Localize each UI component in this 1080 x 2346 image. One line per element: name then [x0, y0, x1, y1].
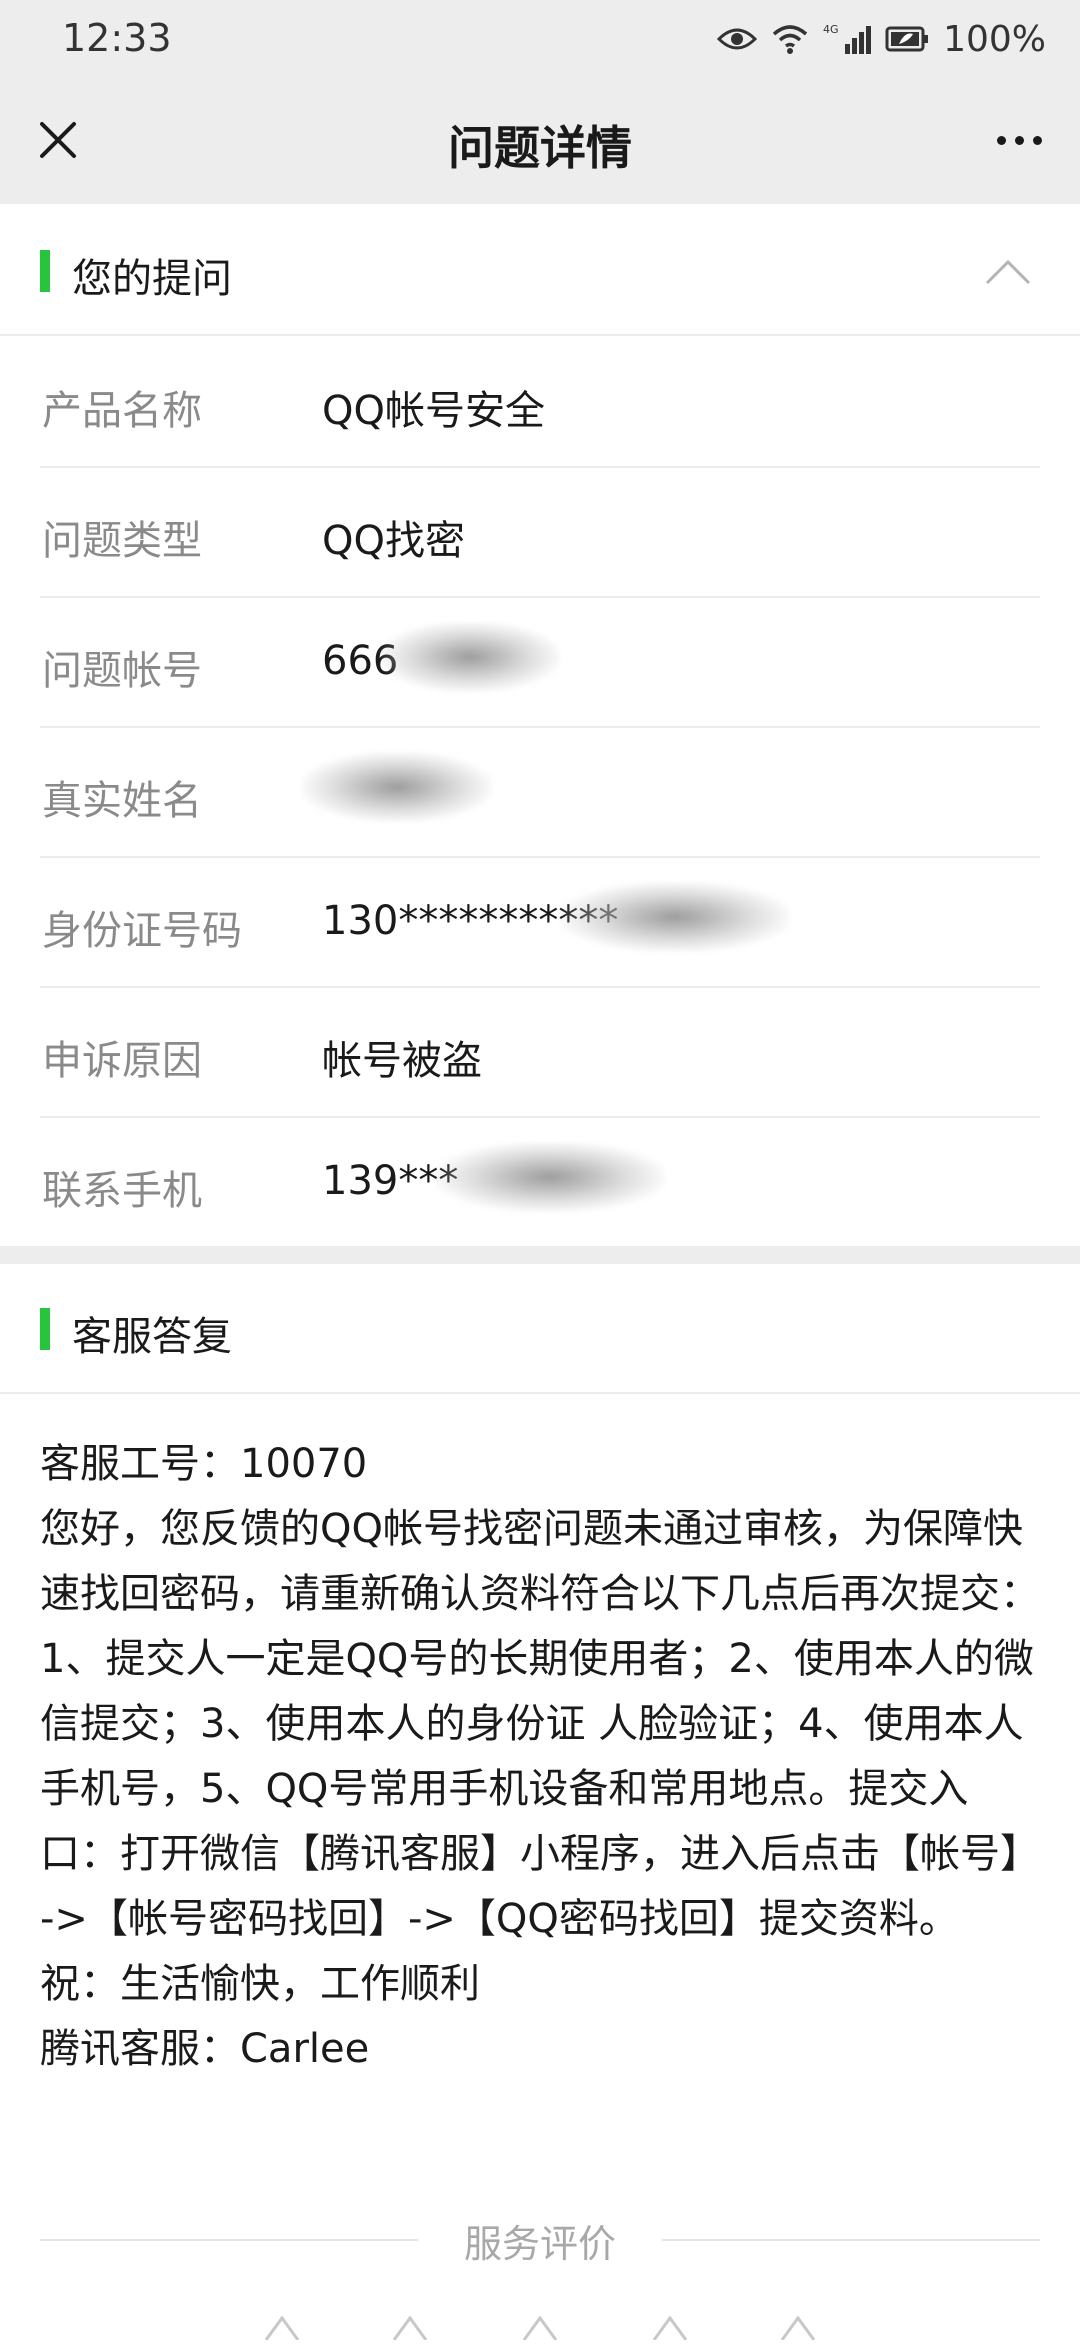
- star-icon[interactable]: [778, 2315, 818, 2341]
- info-label: 问题类型: [42, 518, 202, 564]
- info-row-product: 产品名称 QQ帐号安全: [40, 338, 1040, 468]
- status-bar: 12:33 4G 100%: [0, 0, 1080, 80]
- star-icon[interactable]: [650, 2315, 690, 2341]
- redaction-blur: [560, 882, 790, 952]
- question-section-header[interactable]: 您的提问: [0, 206, 1080, 336]
- info-label: 身份证号码: [42, 908, 242, 954]
- info-row-reason: 申诉原因 帐号被盗: [40, 988, 1040, 1118]
- info-value: 帐号被盗: [322, 1038, 482, 1084]
- divider-line: [662, 2239, 1041, 2241]
- question-info-list: 产品名称 QQ帐号安全 问题类型 QQ找密 问题帐号 666 真实姓名 身份证号…: [0, 338, 1080, 1248]
- info-label: 真实姓名: [42, 778, 202, 824]
- info-value: QQ找密: [322, 518, 465, 564]
- rating-divider: 服务评价: [40, 2210, 1041, 2270]
- section-accent-bar: [40, 250, 50, 292]
- star-icon[interactable]: [520, 2315, 560, 2341]
- info-value: QQ帐号安全: [322, 388, 545, 434]
- section-divider: [0, 1246, 1080, 1264]
- info-row-account: 问题帐号 666: [40, 598, 1040, 728]
- reply-section-title: 客服答复: [72, 1314, 232, 1360]
- star-icon[interactable]: [390, 2315, 430, 2341]
- reply-line: 腾讯客服：Carlee: [40, 2026, 370, 2072]
- info-row-id-number: 身份证号码 130***********: [40, 858, 1040, 988]
- rating-title: 服务评价: [464, 2221, 617, 2266]
- wifi-icon: [771, 23, 809, 55]
- info-row-type: 问题类型 QQ找密: [40, 468, 1040, 598]
- status-time: 12:33: [62, 16, 172, 60]
- section-accent-bar: [40, 1308, 50, 1350]
- page-title: 问题详情: [448, 121, 632, 175]
- info-label: 联系手机: [42, 1168, 202, 1214]
- reply-line: 您好，您反馈的QQ帐号找密问题未通过审核，为保障快速找回密码，请重新确认资料符合…: [40, 1506, 1040, 1942]
- title-bar: 问题详情: [0, 80, 1080, 204]
- info-row-phone: 联系手机 139***: [40, 1118, 1040, 1248]
- chevron-up-icon[interactable]: [976, 240, 1040, 304]
- rating-stars: [0, 2315, 1080, 2346]
- signal-icon: 4G: [823, 22, 872, 56]
- eye-icon: [717, 25, 758, 53]
- info-label: 问题帐号: [42, 648, 202, 694]
- info-row-name: 真实姓名: [40, 728, 1040, 858]
- divider-line: [40, 2239, 418, 2241]
- star-icon[interactable]: [262, 2315, 302, 2341]
- reply-body: 客服工号：10070 您好，您反馈的QQ帐号找密问题未通过审核，为保障快速找回密…: [40, 1432, 1045, 2082]
- reply-line: 祝：生活愉快，工作顺利: [40, 1961, 480, 2007]
- network-type-label: 4G: [823, 23, 839, 36]
- battery-icon: [885, 25, 929, 53]
- redaction-blur: [380, 622, 560, 692]
- question-section-title: 您的提问: [72, 256, 232, 302]
- info-label: 申诉原因: [42, 1038, 202, 1084]
- status-icons: 4G 100%: [717, 14, 1046, 64]
- info-label: 产品名称: [42, 388, 202, 434]
- more-icon[interactable]: [984, 108, 1054, 172]
- reply-section-header: 客服答复: [0, 1264, 1080, 1394]
- redaction-blur: [435, 1142, 665, 1212]
- battery-percent: 100%: [943, 18, 1046, 60]
- reply-line: 客服工号：10070: [40, 1441, 368, 1487]
- redaction-blur: [302, 752, 492, 822]
